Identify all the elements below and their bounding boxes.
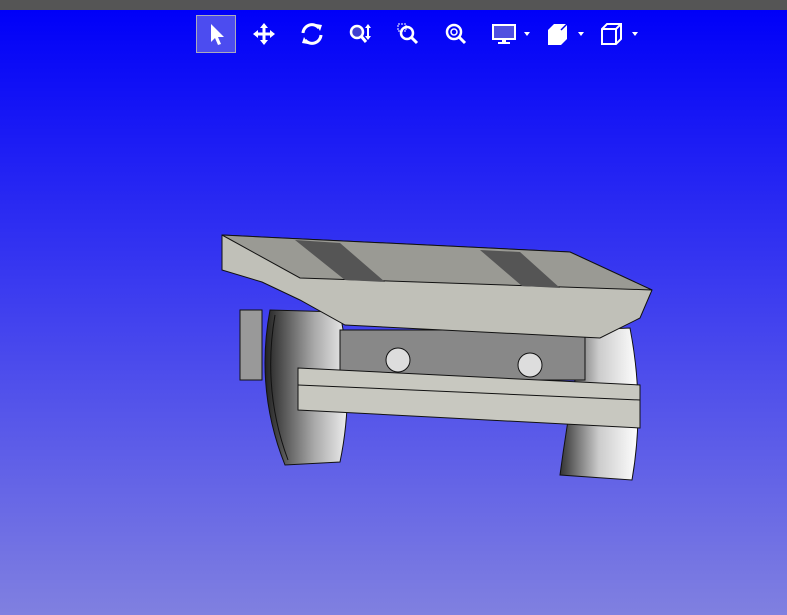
zoom-vertical-icon [349, 24, 371, 43]
zoom-tool-button[interactable] [340, 15, 380, 53]
cube-icon [601, 23, 622, 45]
view-orientation-dropdown[interactable] [630, 31, 640, 37]
rotate-tool-button[interactable] [292, 15, 332, 53]
caret-down-icon [524, 32, 530, 36]
section-icon [548, 23, 568, 45]
view-toolbar [196, 14, 646, 54]
zoom-fit-button[interactable] [436, 15, 476, 53]
select-tool-button[interactable] [196, 15, 236, 53]
caret-down-icon [632, 32, 638, 36]
view-orientation-button[interactable] [592, 15, 632, 53]
rotate-icon [301, 23, 323, 45]
caret-down-icon [578, 32, 584, 36]
pan-tool-button[interactable] [244, 15, 284, 53]
3d-model-truck[interactable] [0, 0, 787, 615]
monitor-icon [492, 24, 516, 44]
pointer-icon [211, 24, 224, 45]
zoom-fit-icon [445, 23, 467, 45]
zoom-window-icon [397, 23, 419, 45]
display-mode-dropdown[interactable] [522, 31, 532, 37]
zoom-window-button[interactable] [388, 15, 428, 53]
move-icon [253, 23, 275, 45]
section-button[interactable] [538, 15, 578, 53]
section-dropdown[interactable] [576, 31, 586, 37]
display-mode-button[interactable] [484, 15, 524, 53]
